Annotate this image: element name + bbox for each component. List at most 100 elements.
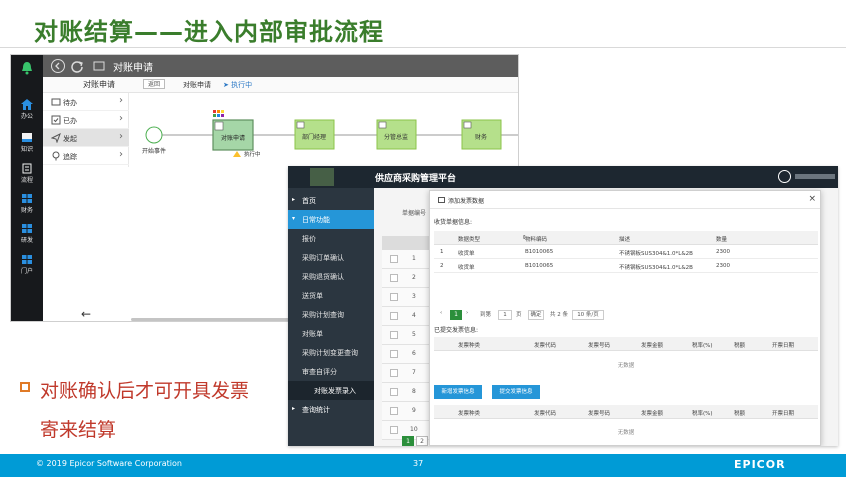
page-size-select[interactable]: 10 条/页 <box>572 310 604 320</box>
menu-item-track[interactable]: 追踪 › <box>43 147 129 165</box>
row-checkbox[interactable] <box>390 312 398 320</box>
table-row[interactable]: 5 <box>382 326 432 345</box>
page-button-current[interactable]: 1 <box>450 310 462 320</box>
status-grid-icon <box>213 110 224 117</box>
start-event-node[interactable] <box>145 126 163 144</box>
sidebar-item-home[interactable]: ▸ 首页 <box>288 191 374 210</box>
chevron-right-icon: › <box>119 113 123 124</box>
sidebar-item-daily[interactable]: ▾ 日常功能 <box>288 210 374 229</box>
table-row[interactable]: 6 <box>382 345 432 364</box>
row-checkbox[interactable] <box>390 293 398 301</box>
windows-icon <box>22 255 32 264</box>
next-page-icon[interactable]: › <box>466 310 468 316</box>
table-row[interactable]: 8 <box>382 383 432 402</box>
copyright-text: © 2019 Epicor Software Corporation <box>36 459 182 468</box>
row-checkbox[interactable] <box>390 350 398 358</box>
task-icon <box>378 121 387 129</box>
receipt-table: 数据类型 ⇕ 物料编码 描述 数量 1 收货单 B1010065 不锈钢板SUS… <box>434 231 818 289</box>
page-number: 37 <box>413 459 424 468</box>
caret-right-icon: ▸ <box>292 405 296 412</box>
close-icon[interactable]: × <box>808 194 816 204</box>
sidebar-item-self-score[interactable]: 审查自评分 <box>288 362 374 381</box>
flow-node-label: 财务 <box>475 133 487 141</box>
invoice-entry-table: 发票种类 发票代码 发票号码 发票金额 税率(%) 税额 开票日期 无数据 <box>434 405 818 445</box>
table-row[interactable]: 7 <box>382 364 432 383</box>
table-row[interactable]: 1 收货单 B1010065 不锈钢板SUS304&1.0*L&2B 2300 <box>434 245 818 259</box>
windows-icon <box>22 224 32 233</box>
row-checkbox[interactable] <box>390 274 398 282</box>
rail-item-finance[interactable]: 财务 <box>11 193 43 214</box>
sidebar-item-return-confirm[interactable]: 采购退货确认 <box>288 267 374 286</box>
bullet-marker <box>20 382 30 392</box>
portal-sidebar: ▸ 首页 ▾ 日常功能 报价 采购订单确认 采购退货确认 送货单 采购计划查询 对账… <box>288 188 374 446</box>
sidebar-item-stats[interactable]: ▸ 查询统计 <box>288 400 374 419</box>
rail-item-portal[interactable]: 门户 <box>11 254 43 275</box>
goto-confirm-button[interactable]: 确定 <box>528 310 544 320</box>
receipt-pager: ‹ 1 › 到第 1 页 确定 共 2 条 10 条/页 <box>440 310 810 322</box>
empty-state: 无数据 <box>617 430 635 436</box>
caret-right-icon: ▸ <box>292 196 296 203</box>
chevron-right-icon: › <box>119 131 123 142</box>
table-row[interactable]: 2 收货单 B1010065 不锈钢板SUS304&1.0*L&2B 2300 <box>434 259 818 273</box>
row-checkbox[interactable] <box>390 255 398 263</box>
row-checkbox[interactable] <box>390 369 398 377</box>
portal-logo <box>310 168 334 186</box>
rail-item-knowledge[interactable]: 知识 <box>11 132 43 153</box>
bullet-text-line1: 对账确认后才可开具发票 <box>40 380 250 402</box>
user-avatar-icon[interactable] <box>778 170 791 183</box>
flow-node-label: 分管总监 <box>384 133 408 141</box>
sidebar-item-invoice-entry[interactable]: 对账发票录入 <box>288 381 374 400</box>
empty-state: 无数据 <box>617 363 635 369</box>
process-name: 对账申请 <box>183 81 211 89</box>
back-button[interactable]: 返回 <box>143 79 166 89</box>
rail-item-process[interactable]: 流程 <box>11 163 43 184</box>
sidebar-item-delivery[interactable]: 送货单 <box>288 286 374 305</box>
bg-table-header <box>382 236 432 250</box>
menu-item-initiate[interactable]: 发起 › <box>43 129 129 147</box>
menu-item-done[interactable]: 已办 › <box>43 111 129 129</box>
flow-node-label: 部门经理 <box>302 133 326 141</box>
home-icon <box>21 99 33 110</box>
page-button-current[interactable]: 1 <box>402 436 414 446</box>
add-invoice-button[interactable]: 新增发票信息 <box>434 385 482 399</box>
refresh-icon[interactable] <box>70 59 84 73</box>
sidebar-item-plan-query[interactable]: 采购计划查询 <box>288 305 374 324</box>
horizontal-scrollbar[interactable] <box>131 318 291 321</box>
menu-item-todo[interactable]: 待办 › <box>43 93 129 111</box>
title-divider <box>0 47 846 48</box>
submit-invoice-button[interactable]: 提交发票信息 <box>492 385 540 399</box>
scroll-left-arrow-icon[interactable]: ← <box>81 307 91 321</box>
row-checkbox[interactable] <box>390 331 398 339</box>
row-checkbox[interactable] <box>390 407 398 415</box>
supplier-portal-window: 供应商采购管理平台 ▸ 首页 ▾ 日常功能 报价 采购订单确认 采购退货确认 送货单… <box>288 166 838 446</box>
sidebar-item-po-confirm[interactable]: 采购订单确认 <box>288 248 374 267</box>
done-icon <box>51 115 61 125</box>
windows-icon <box>22 194 32 203</box>
table-row[interactable]: 4 <box>382 307 432 326</box>
execution-status: ➤ 执行中 <box>223 81 253 89</box>
send-icon <box>51 133 61 143</box>
table-row[interactable]: 2 <box>382 269 432 288</box>
rail-item-office[interactable]: 办公 <box>11 99 43 120</box>
table-row[interactable]: 1 <box>382 250 432 269</box>
table-row[interactable]: 9 <box>382 402 432 421</box>
prev-page-icon[interactable]: ‹ <box>440 310 442 316</box>
rail-item-rnd[interactable]: 研发 <box>11 223 43 244</box>
row-checkbox[interactable] <box>390 426 398 434</box>
form-name: 对账申请 <box>83 80 115 89</box>
sidebar-item-plan-change[interactable]: 采购计划变更查询 <box>288 343 374 362</box>
total-count: 共 2 条 <box>550 312 568 318</box>
table-row[interactable]: 3 <box>382 288 432 307</box>
submitted-section-label: 已提交发票信息: <box>434 327 479 334</box>
invoice-icon <box>438 197 445 203</box>
flow-node-current-status: 执行中 <box>244 150 261 158</box>
row-checkbox[interactable] <box>390 388 398 396</box>
task-icon <box>463 121 472 129</box>
table-header: 数据类型 ⇕ 物料编码 描述 数量 <box>434 231 818 245</box>
page-number-input[interactable]: 1 <box>498 310 512 320</box>
sidebar-item-quote[interactable]: 报价 <box>288 229 374 248</box>
window-icon <box>93 61 105 71</box>
page-button[interactable]: 2 <box>416 436 428 446</box>
sidebar-item-statement[interactable]: 对账单 <box>288 324 374 343</box>
process-icon <box>22 163 32 174</box>
